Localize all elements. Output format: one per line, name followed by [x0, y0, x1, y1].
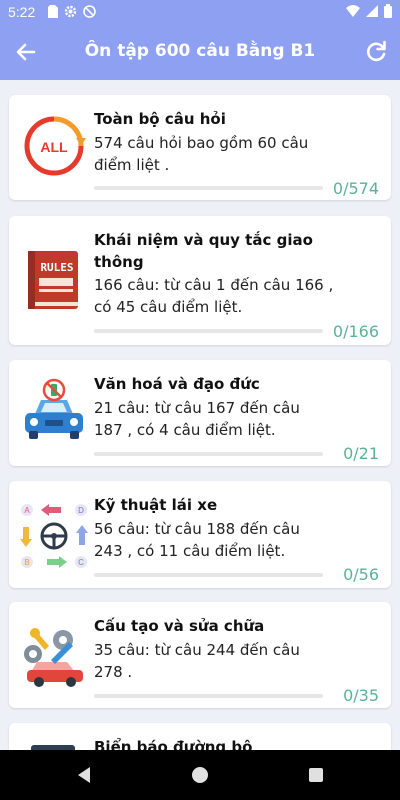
status-bar: 5:22	[0, 0, 400, 24]
page-title: Ôn tập 600 câu Bằng B1	[84, 41, 316, 61]
car-no-alcohol-icon	[25, 378, 83, 439]
topic-title: Toàn bộ câu hỏi	[94, 110, 226, 128]
app-bar: Ôn tập 600 câu Bằng B1	[0, 24, 400, 80]
notification-icons	[48, 5, 96, 18]
progress-count: 0/35	[343, 686, 379, 705]
driving-technique-icon: A D B C	[20, 504, 88, 568]
nav-home-icon[interactable]	[190, 765, 210, 785]
nav-recents-icon[interactable]	[306, 765, 326, 785]
progress-bar	[94, 573, 323, 577]
topic-title-line-2: thông	[94, 253, 144, 271]
topic-desc-line-2: 243 , có 11 câu điểm liệt.	[94, 542, 286, 560]
topic-title: Biển báo đường bộ	[94, 738, 253, 750]
system-icons	[346, 4, 392, 18]
svg-text:C: C	[78, 558, 84, 567]
system-nav-bar	[0, 750, 400, 800]
svg-text:B: B	[24, 558, 29, 567]
car-repair-icon	[24, 628, 83, 687]
topic-card-culture[interactable]: Văn hoá và đạo đức 21 câu: từ câu 167 đế…	[9, 360, 391, 466]
topic-desc-line-1: 21 câu: từ câu 167 đến câu	[94, 399, 300, 417]
topic-card-rules[interactable]: RULES Khái niệm và quy tắc giao thông 16…	[9, 216, 391, 345]
signal-icon	[366, 5, 378, 17]
topic-desc-line-1: 166 câu: từ câu 1 đến câu 166 ,	[94, 276, 334, 294]
sim-card-icon	[48, 5, 58, 18]
settings-gear-icon	[64, 5, 77, 18]
topic-title: Kỹ thuật lái xe	[94, 496, 218, 514]
wifi-icon	[346, 5, 360, 17]
progress-count: 0/21	[343, 444, 379, 463]
topic-desc-line-1: 35 câu: từ câu 244 đến câu	[94, 641, 300, 659]
refresh-icon[interactable]	[362, 38, 390, 66]
svg-text:ALL: ALL	[40, 139, 68, 155]
svg-text:A: A	[24, 506, 30, 515]
topic-list: ALL Toàn bộ câu hỏi 574 câu hỏi bao gồm …	[0, 80, 400, 750]
topic-card-signs[interactable]: Biển báo đường bộ	[9, 723, 391, 750]
topic-desc-line-1: 56 câu: từ câu 188 đến câu	[94, 520, 300, 538]
rules-book-icon: RULES	[28, 251, 78, 309]
topic-title-line-1: Khái niệm và quy tắc giao	[94, 231, 313, 249]
topic-desc-line-2: có 45 câu điểm liệt.	[94, 298, 243, 316]
progress-count: 0/574	[332, 179, 379, 198]
topic-card-repair[interactable]: Cấu tạo và sửa chữa 35 câu: từ câu 244 đ…	[9, 602, 391, 708]
status-time: 5:22	[8, 4, 36, 20]
progress-count: 0/56	[343, 565, 379, 584]
progress-count: 0/166	[332, 322, 379, 341]
progress-bar	[94, 452, 323, 456]
topic-desc-line-2: điểm liệt .	[94, 156, 170, 174]
battery-icon	[384, 4, 392, 18]
topic-desc-line-1: 574 câu hỏi bao gồm 60 câu	[94, 134, 309, 152]
road-sign-icon	[31, 745, 75, 750]
topic-desc-line-2: 187 , có 4 câu điểm liệt.	[94, 421, 276, 439]
nav-back-icon[interactable]	[74, 765, 94, 785]
progress-bar	[94, 329, 323, 333]
progress-bar	[94, 694, 323, 698]
topic-card-driving[interactable]: A D B C Kỹ thuật lái xe 56 câu: từ câu 1…	[9, 481, 391, 588]
progress-bar	[94, 186, 323, 190]
topic-desc-line-2: 278 .	[94, 663, 133, 681]
topic-card-all[interactable]: ALL Toàn bộ câu hỏi 574 câu hỏi bao gồm …	[9, 95, 391, 200]
topic-title: Cấu tạo và sửa chữa	[94, 617, 265, 635]
svg-text:RULES: RULES	[40, 261, 73, 274]
svg-text:D: D	[78, 506, 84, 515]
no-disturb-icon	[83, 5, 96, 18]
topic-title: Văn hoá và đạo đức	[94, 375, 260, 393]
all-questions-icon: ALL	[24, 116, 86, 176]
